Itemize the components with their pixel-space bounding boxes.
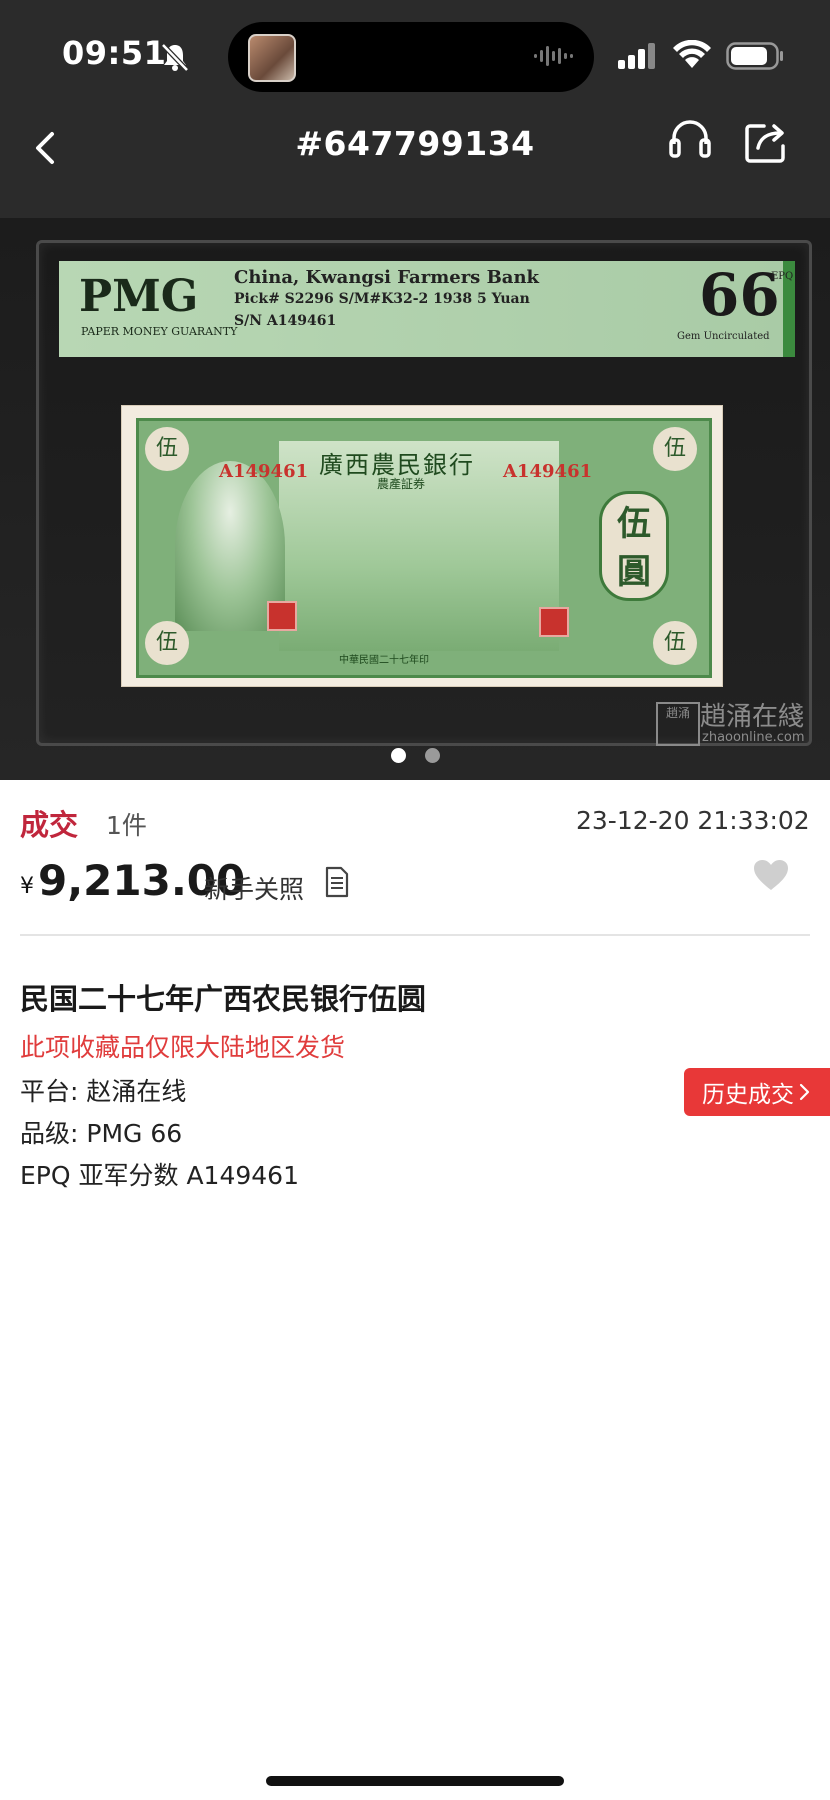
watermark-text: 趙涌在綫	[700, 702, 805, 732]
watermark-seal: 趙涌	[656, 702, 700, 746]
grade-info: 品级: PMG 66	[20, 1119, 183, 1148]
pmg-grade: 66	[699, 261, 780, 329]
home-indicator[interactable]	[266, 1776, 564, 1786]
heart-icon[interactable]	[752, 858, 790, 892]
watermark: 趙涌 趙涌在綫 zhaoonline.com	[656, 696, 826, 746]
banknote-print-date: 中華民國二十七年印	[339, 655, 429, 666]
status-time: 09:51	[62, 34, 167, 72]
banknote-subtitle: 農產証券	[377, 477, 426, 491]
avatar	[248, 34, 296, 82]
chevron-left-icon[interactable]	[24, 126, 68, 170]
share-icon[interactable]	[744, 118, 790, 164]
quantity: 1件	[106, 811, 147, 840]
chevron-right-icon	[799, 1083, 810, 1101]
history-deals-label: 历史成交	[702, 1082, 794, 1108]
carousel-dot-active[interactable]	[391, 748, 406, 763]
headset-icon[interactable]	[668, 118, 712, 166]
currency-symbol: ¥	[20, 874, 34, 899]
pmg-logo: PMG	[79, 271, 199, 322]
banknote-seal	[267, 601, 297, 631]
extra-info: EPQ 亚军分数 A149461	[20, 1161, 299, 1190]
pmg-catalog: Pick# S2296 S/M#K32-2 1938 5 Yuan	[234, 291, 530, 307]
shipping-restriction: 此项收藏品仅限大陆地区发货	[20, 1033, 346, 1062]
carousel-indicator	[385, 748, 445, 764]
banknote: 廣西農民銀行 農產証券 A149461 A149461 伍圓 伍 伍 伍 伍 中…	[121, 405, 723, 687]
pmg-note-name: China, Kwangsi Farmers Bank	[234, 267, 540, 288]
banknote-corner: 伍	[145, 427, 189, 471]
banknote-serial-left: A149461	[219, 461, 309, 482]
platform-info: 平台: 赵涌在线	[20, 1077, 187, 1106]
watermark-url: zhaoonline.com	[702, 730, 805, 745]
newbie-care-link[interactable]: 新手关照	[204, 870, 304, 906]
deal-datetime: 23-12-20 21:33:02	[576, 806, 810, 835]
document-icon[interactable]	[324, 866, 350, 898]
banknote-seal	[539, 607, 569, 637]
audio-wave-icon	[534, 46, 573, 66]
pmg-label: PMG PAPER MONEY GUARANTY China, Kwangsi …	[59, 261, 795, 357]
battery-icon	[726, 42, 783, 70]
pmg-slab: PMG PAPER MONEY GUARANTY China, Kwangsi …	[36, 240, 812, 746]
banknote-value: 伍圓	[599, 491, 669, 601]
pmg-grade-desc: Gem Uncirculated	[677, 331, 770, 342]
divider	[20, 934, 810, 936]
pmg-serial: S/N A149461	[234, 313, 337, 329]
carousel-dot[interactable]	[425, 748, 440, 763]
banknote-serial-right: A149461	[503, 461, 593, 482]
banknote-corner: 伍	[653, 427, 697, 471]
bell-slash-icon	[161, 43, 189, 72]
wifi-icon	[673, 40, 711, 68]
page-title: #647799134	[295, 124, 535, 163]
banknote-corner: 伍	[653, 621, 697, 665]
history-deals-button[interactable]: 历史成交	[684, 1068, 830, 1116]
deal-status: 成交	[20, 808, 79, 842]
banknote-corner: 伍	[145, 621, 189, 665]
pmg-guarantee: PAPER MONEY GUARANTY	[81, 325, 238, 338]
item-title: 民国二十七年广西农民银行伍圆	[20, 982, 427, 1016]
banknote-border: 廣西農民銀行 農產証券 A149461 A149461 伍圓 伍 伍 伍 伍 中…	[136, 418, 712, 678]
signal-icon	[618, 43, 655, 69]
pmg-epq: EPQ	[771, 271, 794, 282]
image-carousel[interactable]: PMG PAPER MONEY GUARANTY China, Kwangsi …	[0, 218, 830, 780]
